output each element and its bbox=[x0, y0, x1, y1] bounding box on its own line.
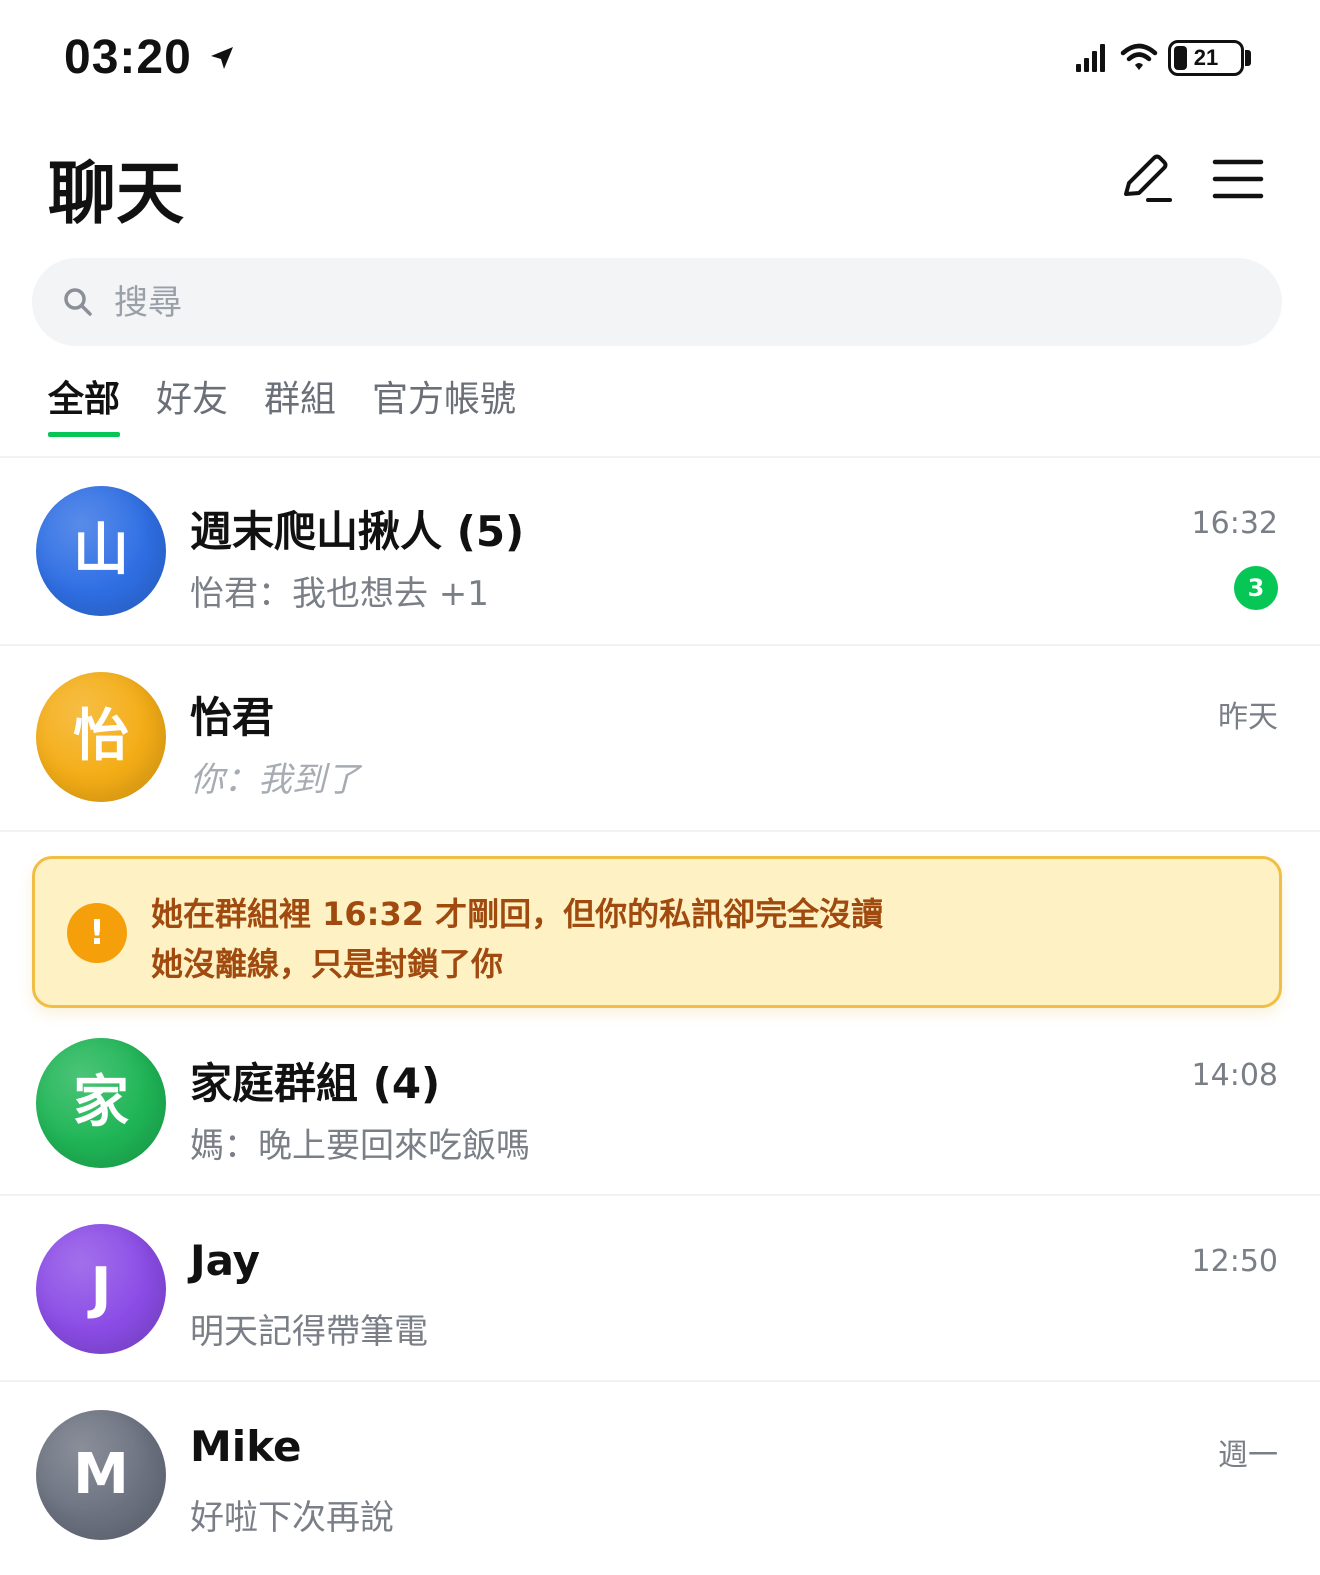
avatar: 家 bbox=[36, 1038, 166, 1168]
chat-preview: 明天記得帶筆電 bbox=[190, 1312, 428, 1352]
avatar: M bbox=[36, 1410, 166, 1540]
chat-time: 12:50 bbox=[1191, 1244, 1278, 1279]
wifi-icon bbox=[1120, 43, 1158, 70]
page-title: 聊天 bbox=[48, 155, 185, 234]
status-time: 03:20 bbox=[64, 31, 192, 84]
chat-time: 16:32 bbox=[1191, 506, 1278, 541]
battery-percentage: 21 bbox=[1193, 45, 1219, 70]
search-bar[interactable] bbox=[32, 258, 1282, 348]
warning-icon: ! bbox=[67, 903, 127, 963]
chat-row-hiking-group[interactable]: 山 週末爬山揪人 (5) 怡君：我也想去 +1 16:32 3 bbox=[0, 458, 1320, 644]
chat-row-family-group[interactable]: 家 家庭群組 (4) 媽：晚上要回來吃飯嗎 14:08 bbox=[0, 1010, 1320, 1196]
chat-name: Jay bbox=[190, 1236, 261, 1285]
chat-name: 週末爬山揪人 (5) bbox=[190, 507, 525, 556]
status-bar: 03:20 21 bbox=[0, 0, 1320, 120]
warning-text-line-1: 她在群組裡 16:32 才剛回，但你的私訊卻完全沒讀 bbox=[151, 895, 884, 933]
chat-preview: 媽：晚上要回來吃飯嗎 bbox=[190, 1126, 530, 1166]
menu-icon[interactable] bbox=[1212, 156, 1264, 202]
chat-name: 怡君 bbox=[190, 693, 275, 742]
cellular-signal-icon bbox=[1076, 44, 1105, 72]
chat-name: 家庭群組 (4) bbox=[190, 1059, 441, 1108]
chat-row-yijun[interactable]: 怡 怡君 你：我到了 昨天 bbox=[0, 644, 1320, 830]
tab-official-accounts[interactable]: 官方帳號 bbox=[372, 370, 516, 422]
chat-time: 14:08 bbox=[1191, 1058, 1278, 1093]
avatar: 怡 bbox=[36, 672, 166, 802]
avatar: J bbox=[36, 1224, 166, 1354]
warning-banner: ! 她在群組裡 16:32 才剛回，但你的私訊卻完全沒讀 她沒離線，只是封鎖了你 bbox=[32, 856, 1282, 1008]
compose-icon[interactable] bbox=[1118, 150, 1174, 206]
tab-friends[interactable]: 好友 bbox=[156, 370, 228, 422]
chat-preview: 你：我到了 bbox=[190, 760, 360, 800]
chat-preview: 好啦下次再說 bbox=[190, 1498, 394, 1538]
active-tab-indicator bbox=[48, 432, 120, 437]
location-arrow-icon bbox=[211, 47, 233, 69]
chat-time: 昨天 bbox=[1218, 700, 1278, 735]
chat-row-jay[interactable]: J Jay 明天記得帶筆電 12:50 bbox=[0, 1196, 1320, 1382]
tab-all[interactable]: 全部 bbox=[48, 370, 120, 422]
search-input[interactable] bbox=[112, 258, 1256, 348]
chat-time: 週一 bbox=[1218, 1438, 1278, 1473]
tab-groups[interactable]: 群組 bbox=[264, 370, 336, 422]
battery-cap bbox=[1245, 50, 1251, 66]
divider bbox=[0, 830, 1320, 832]
chat-preview: 怡君：我也想去 +1 bbox=[190, 574, 489, 614]
warning-text-line-2: 她沒離線，只是封鎖了你 bbox=[151, 945, 504, 983]
search-icon bbox=[64, 288, 92, 316]
avatar: 山 bbox=[36, 486, 166, 616]
chat-name: Mike bbox=[190, 1422, 302, 1471]
unread-badge: 3 bbox=[1234, 566, 1278, 610]
chat-row-mike[interactable]: M Mike 好啦下次再說 週一 bbox=[0, 1382, 1320, 1568]
battery-icon: 21 bbox=[1168, 40, 1244, 76]
